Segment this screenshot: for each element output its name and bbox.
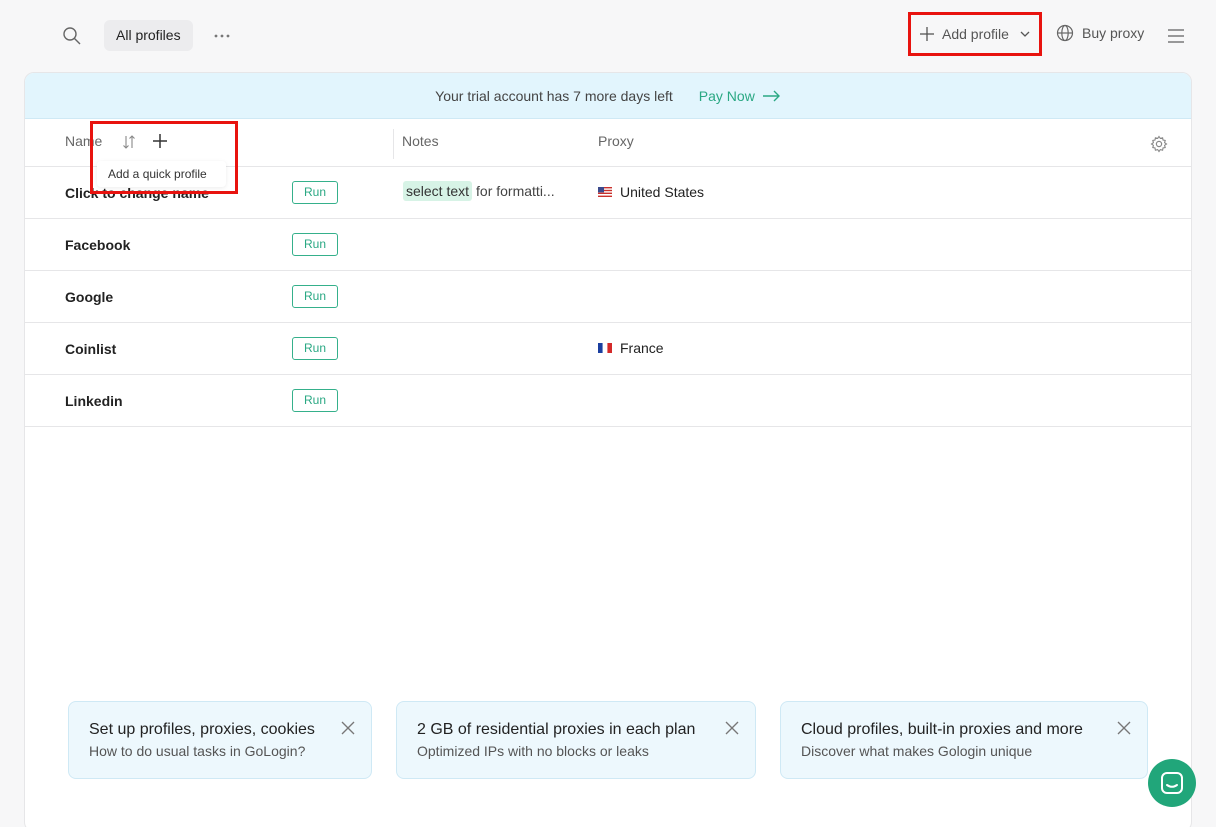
buy-proxy-button[interactable]: Buy proxy bbox=[1056, 24, 1144, 42]
profile-note[interactable]: select text for formatti... bbox=[403, 181, 555, 201]
hamburger-menu-icon[interactable] bbox=[1167, 27, 1185, 45]
chevron-down-icon[interactable] bbox=[1019, 28, 1031, 40]
buy-proxy-label: Buy proxy bbox=[1082, 25, 1145, 41]
close-icon[interactable] bbox=[341, 721, 355, 735]
info-card-subtitle: Discover what makes Gologin unique bbox=[801, 743, 1033, 759]
trial-banner: Your trial account has 7 more days left … bbox=[25, 73, 1191, 119]
close-icon[interactable] bbox=[1117, 721, 1131, 735]
run-button[interactable]: Run bbox=[292, 233, 338, 256]
us-flag-icon bbox=[598, 187, 612, 197]
gear-icon[interactable] bbox=[1150, 135, 1168, 153]
info-card[interactable]: Set up profiles, proxies, cookies How to… bbox=[68, 701, 372, 779]
chat-icon bbox=[1161, 772, 1183, 794]
profile-name[interactable]: Facebook bbox=[65, 237, 130, 253]
info-card-title: Set up profiles, proxies, cookies bbox=[89, 721, 315, 738]
tab-all-profiles[interactable]: All profiles bbox=[104, 20, 193, 51]
arrow-right-icon bbox=[762, 90, 780, 101]
trial-text: Your trial account has 7 more days left bbox=[435, 87, 673, 104]
profile-name[interactable]: Coinlist bbox=[65, 341, 116, 357]
profile-name[interactable]: Linkedin bbox=[65, 393, 123, 409]
table-row[interactable]: Linkedin Run bbox=[25, 375, 1191, 427]
run-button[interactable]: Run bbox=[292, 285, 338, 308]
info-card-subtitle: How to do usual tasks in GoLogin? bbox=[89, 743, 306, 759]
add-profile-button[interactable]: Add profile bbox=[908, 12, 1042, 56]
plus-icon bbox=[920, 27, 934, 41]
chat-button[interactable] bbox=[1148, 759, 1196, 807]
note-text: for formatti... bbox=[476, 183, 555, 199]
france-flag-icon bbox=[598, 343, 612, 353]
pay-now-label: Pay Now bbox=[698, 87, 755, 104]
add-profile-label: Add profile bbox=[942, 26, 1009, 42]
top-bar: All profiles Add profile Buy proxy bbox=[0, 0, 1216, 72]
profile-proxy[interactable]: France bbox=[598, 340, 664, 356]
note-highlight: select text bbox=[403, 181, 473, 201]
pay-now-link[interactable]: Pay Now bbox=[699, 88, 781, 104]
more-options-icon[interactable] bbox=[212, 26, 232, 46]
table-row[interactable]: Coinlist Run France bbox=[25, 323, 1191, 375]
info-card-subtitle: Optimized IPs with no blocks or leaks bbox=[417, 743, 649, 759]
profile-proxy[interactable]: United States bbox=[598, 184, 704, 200]
column-header-proxy[interactable]: Proxy bbox=[598, 133, 634, 149]
proxy-country: France bbox=[620, 340, 664, 356]
search-icon[interactable] bbox=[62, 26, 82, 46]
run-button[interactable]: Run bbox=[292, 337, 338, 360]
close-icon[interactable] bbox=[725, 721, 739, 735]
globe-icon bbox=[1056, 24, 1074, 42]
column-header-notes[interactable]: Notes bbox=[402, 133, 439, 149]
info-card[interactable]: Cloud profiles, built-in proxies and mor… bbox=[780, 701, 1148, 779]
profile-name[interactable]: Google bbox=[65, 289, 113, 305]
info-card-title: Cloud profiles, built-in proxies and mor… bbox=[801, 721, 1083, 738]
proxy-country: United States bbox=[620, 184, 705, 200]
info-card[interactable]: 2 GB of residential proxies in each plan… bbox=[396, 701, 756, 779]
run-button[interactable]: Run bbox=[292, 389, 338, 412]
table-row[interactable]: Facebook Run bbox=[25, 219, 1191, 271]
highlight-box bbox=[90, 121, 238, 194]
table-row[interactable]: Google Run bbox=[25, 271, 1191, 323]
run-button[interactable]: Run bbox=[292, 181, 338, 204]
info-card-title: 2 GB of residential proxies in each plan bbox=[417, 721, 696, 738]
column-divider[interactable] bbox=[393, 129, 394, 159]
